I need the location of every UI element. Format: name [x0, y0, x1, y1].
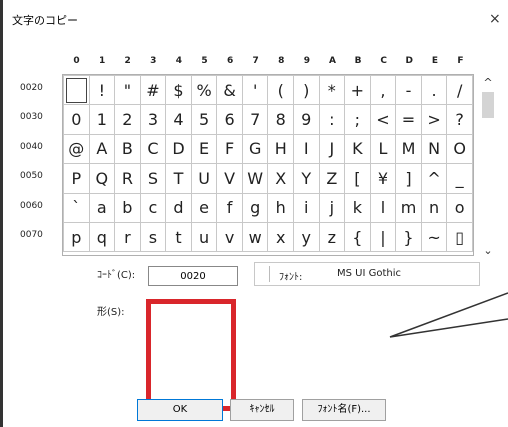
font-name-button[interactable]: ﾌｫﾝﾄ名(F)... [302, 399, 386, 421]
callout-pointer [389, 292, 508, 338]
callout-line [389, 292, 508, 338]
ok-button[interactable]: OK [137, 399, 223, 421]
cancel-button[interactable]: ｷｬﾝｾﾙ [230, 399, 294, 421]
